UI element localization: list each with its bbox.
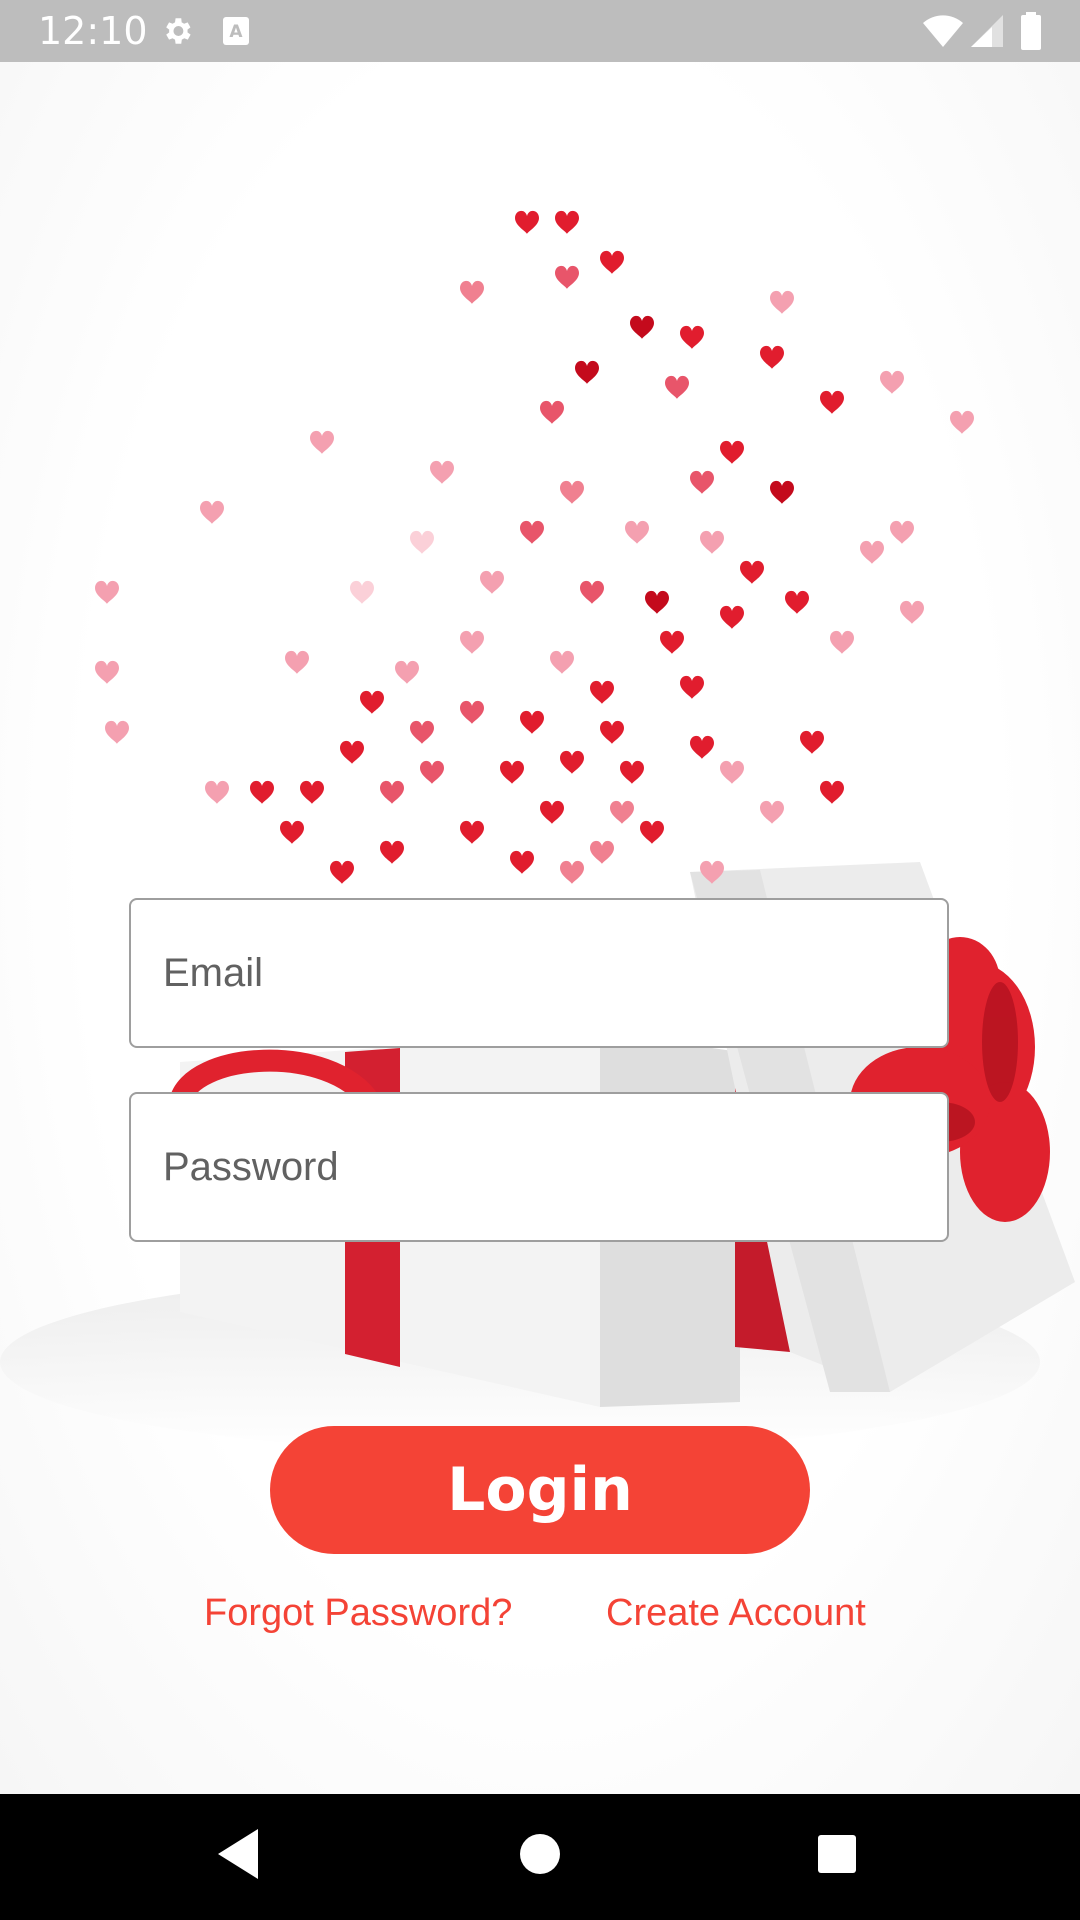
navigation-bar (0, 1794, 1080, 1920)
gift-box-hearts-illustration (0, 210, 1075, 1452)
login-button[interactable]: Login (270, 1426, 810, 1554)
a-notification-icon: A (223, 17, 249, 45)
password-placeholder: Password (163, 1144, 339, 1189)
status-bar: 12:10 A (0, 0, 1080, 62)
back-icon[interactable] (216, 1827, 260, 1881)
wifi-icon (923, 15, 963, 48)
svg-text:A: A (229, 22, 243, 42)
login-screen: Email Password Login Forgot Password? Cr… (0, 62, 1080, 1794)
create-account-link[interactable]: Create Account (606, 1592, 866, 1635)
forgot-password-link[interactable]: Forgot Password? (204, 1592, 512, 1635)
gear-icon (166, 18, 191, 44)
battery-icon (1021, 12, 1041, 50)
email-field[interactable]: Email (129, 898, 949, 1048)
status-time: 12:10 (38, 9, 148, 53)
signal-icon (971, 15, 1003, 47)
password-field[interactable]: Password (129, 1092, 949, 1242)
email-placeholder: Email (163, 950, 264, 995)
login-button-label: Login (447, 1455, 633, 1525)
home-icon[interactable] (518, 1832, 562, 1876)
recents-icon[interactable] (817, 1834, 857, 1874)
